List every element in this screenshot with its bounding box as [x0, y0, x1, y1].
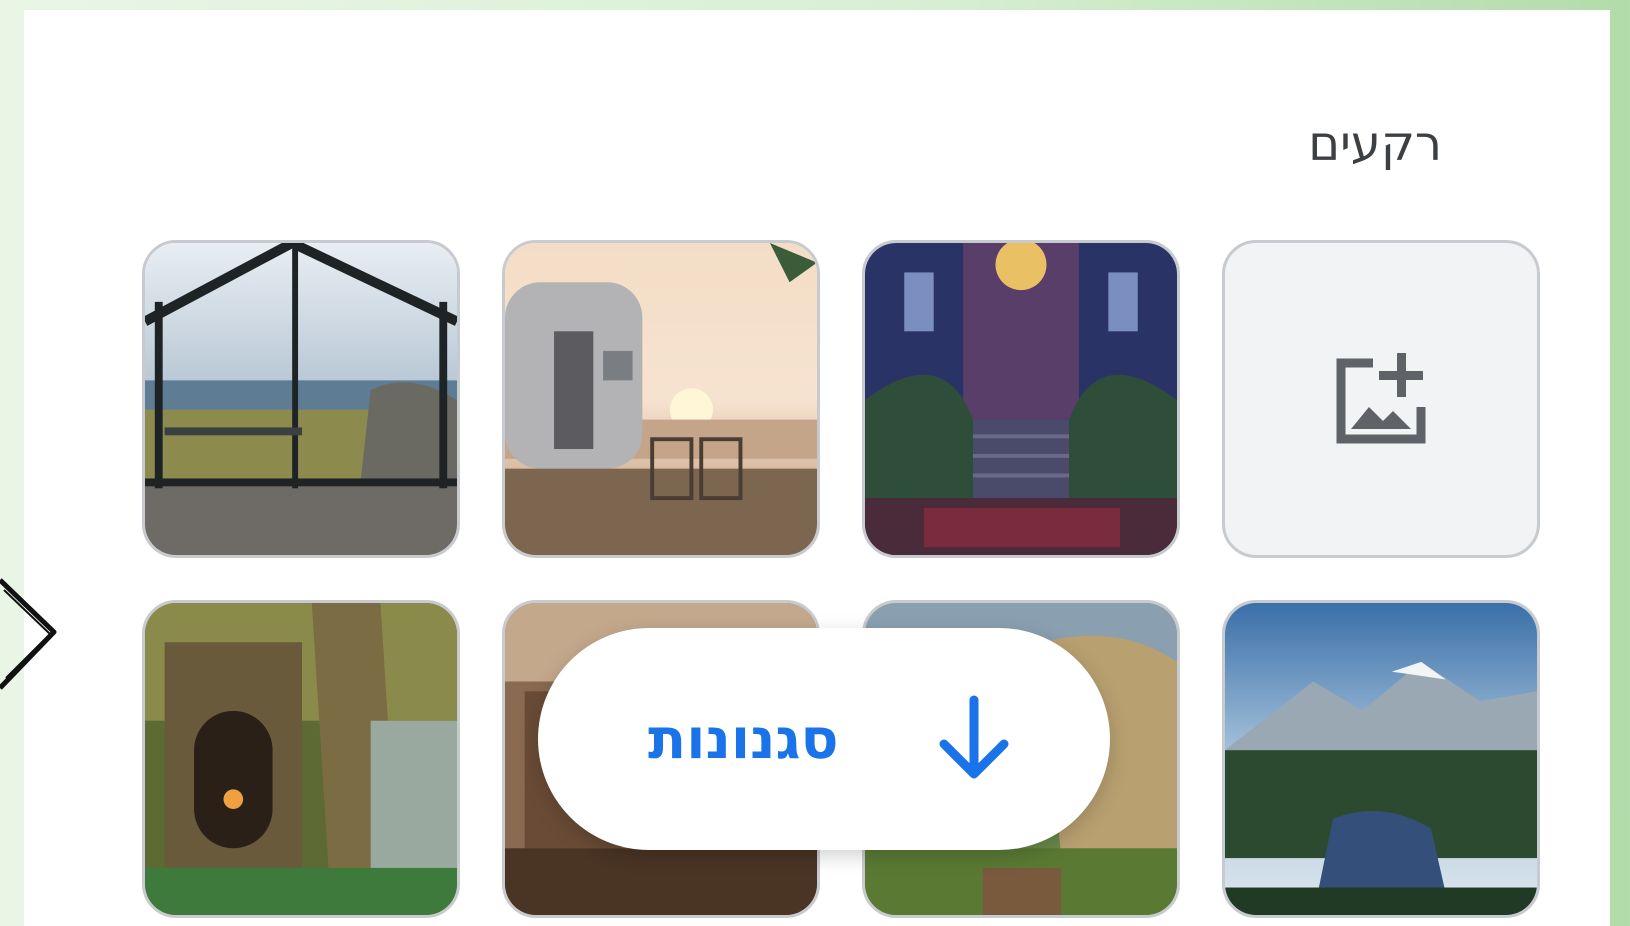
styles-button-label: סגנונות	[648, 706, 839, 772]
arrow-down-icon	[939, 695, 1009, 779]
styles-button[interactable]: סגנונות	[538, 628, 1110, 850]
background-tile-trailer[interactable]	[502, 240, 820, 558]
section-title: רקעים	[1308, 116, 1442, 172]
background-tile-temple-forest[interactable]	[142, 600, 460, 918]
background-tile-staircase[interactable]	[862, 240, 1180, 558]
annotation-arrow-icon	[0, 578, 57, 690]
upload-background-tile[interactable]	[1222, 240, 1540, 558]
add-photo-icon	[1336, 353, 1426, 444]
background-tile-glass-cabin[interactable]	[142, 240, 460, 558]
background-tile-mountain-lake[interactable]	[1222, 600, 1540, 918]
